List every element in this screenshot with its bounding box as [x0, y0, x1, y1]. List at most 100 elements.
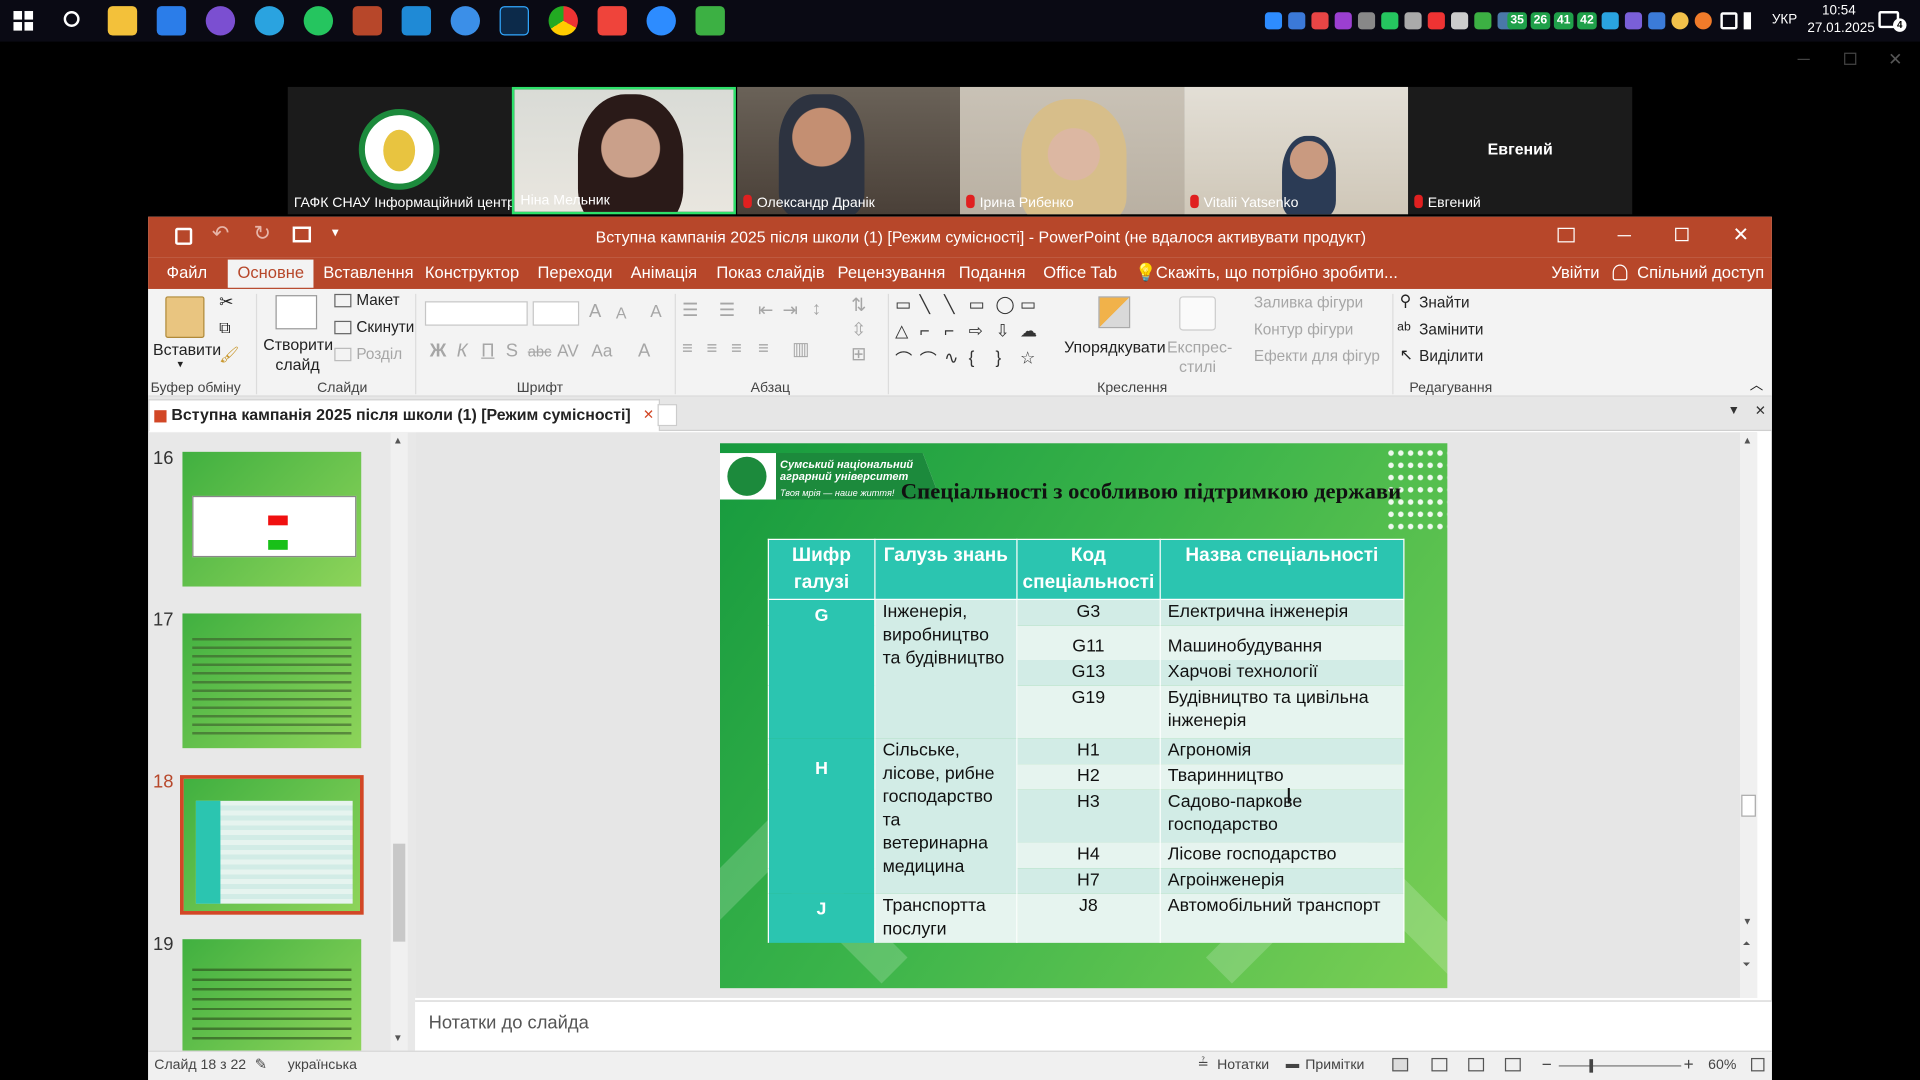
zoom-out-button[interactable]: −: [1542, 1054, 1552, 1074]
viber-icon[interactable]: [205, 6, 236, 36]
font-color-icon[interactable]: A: [638, 340, 650, 361]
shape-fill-button[interactable]: Заливка фігури: [1254, 294, 1363, 311]
notes-toggle-button[interactable]: Нотатки: [1217, 1058, 1269, 1073]
underline-icon[interactable]: П: [481, 340, 494, 361]
tray-app-icon[interactable]: [1357, 12, 1376, 30]
language-status[interactable]: українська: [288, 1058, 357, 1073]
tray-app-icon[interactable]: [1404, 12, 1422, 30]
font-size-field[interactable]: [532, 301, 580, 326]
reading-view-icon[interactable]: [1468, 1057, 1485, 1072]
tab-view[interactable]: Подання: [959, 263, 1026, 281]
paste-icon[interactable]: [165, 296, 205, 338]
shape-effects-button[interactable]: Ефекти для фігур: [1254, 348, 1380, 365]
paste-button[interactable]: Вставити: [153, 340, 221, 358]
replace-button[interactable]: Замінити: [1419, 321, 1483, 338]
reset-button[interactable]: Скинути: [356, 318, 414, 335]
align-center-icon[interactable]: ≡: [707, 338, 718, 359]
tray-zoom-icon[interactable]: [1264, 12, 1283, 30]
tray-app-icon[interactable]: [1624, 12, 1643, 30]
zoom-level[interactable]: 60%: [1708, 1058, 1736, 1073]
language-indicator[interactable]: УКР: [1772, 12, 1797, 27]
store-icon[interactable]: [156, 6, 187, 36]
volume-icon[interactable]: [1743, 12, 1761, 30]
zoom-maximize-button[interactable]: [1844, 52, 1857, 65]
tray-app-icon[interactable]: [1451, 12, 1469, 30]
redo-icon[interactable]: ↻: [253, 222, 270, 246]
editor-scrollbar-thumb[interactable]: [1741, 794, 1756, 817]
anydesk-icon[interactable]: [597, 6, 627, 36]
normal-view-icon[interactable]: [1392, 1057, 1409, 1072]
arrange-button[interactable]: Упорядкувати: [1064, 338, 1166, 356]
slide-canvas[interactable]: Сумський національний аграрний університ…: [720, 443, 1448, 989]
section-button[interactable]: Розділ: [356, 345, 402, 362]
video-tile[interactable]: Vitalii Yatsenko: [1184, 86, 1409, 215]
tray-whatsapp-icon[interactable]: [1381, 12, 1399, 30]
tray-shield-icon[interactable]: [1474, 12, 1492, 30]
shape-outline-button[interactable]: Контур фігури: [1254, 321, 1353, 338]
search-icon[interactable]: [63, 11, 80, 27]
sign-in-link[interactable]: Увійти: [1551, 263, 1599, 281]
find-button[interactable]: Знайти: [1419, 294, 1469, 311]
line-spacing-icon[interactable]: ↕: [812, 299, 821, 320]
zoom-close-button[interactable]: ✕: [1888, 49, 1902, 70]
zoom-slider-thumb[interactable]: [1589, 1059, 1594, 1073]
tray-app-icon[interactable]: [1334, 12, 1352, 30]
arrange-icon[interactable]: [1098, 296, 1131, 329]
chrome-icon[interactable]: [548, 6, 578, 36]
notes-pane[interactable]: Нотатки до слайда: [415, 1000, 1772, 1054]
clear-formatting-icon[interactable]: A: [650, 301, 661, 321]
tray-app-icon[interactable]: [1671, 12, 1689, 30]
slide-thumbnail-selected[interactable]: [180, 775, 364, 915]
bold-icon[interactable]: Ж: [430, 340, 447, 361]
firefox-icon[interactable]: [450, 6, 481, 36]
video-tile-active-speaker[interactable]: Ніна Мельник: [511, 86, 736, 215]
tab-transitions[interactable]: Переходи: [538, 263, 613, 281]
camtasia-icon[interactable]: [695, 6, 725, 36]
tab-insert[interactable]: Вставлення: [323, 263, 413, 281]
shadow-icon[interactable]: S: [506, 340, 518, 361]
powerpoint-taskbar-icon[interactable]: [352, 6, 383, 36]
thumbnails-scrollbar[interactable]: ▲ ▼: [390, 432, 408, 1051]
shapes-gallery[interactable]: ▭ ╲ ╲ ▭ ◯ ▭ △ ⌐ ⌐ ⇨ ⇩ ☁ ⌒ ⌒ ∿{} ☆: [893, 294, 1047, 375]
slideshow-from-start-icon[interactable]: [292, 226, 312, 243]
increase-indent-icon[interactable]: ⇥: [782, 299, 797, 321]
tab-design[interactable]: Конструктор: [425, 263, 519, 281]
video-tile[interactable]: Олександр Дранік: [737, 86, 961, 215]
zoom-slider[interactable]: [1558, 1059, 1682, 1073]
next-slide-icon[interactable]: ⏷: [1742, 959, 1750, 971]
decrease-font-icon[interactable]: A: [616, 304, 627, 322]
layout-button[interactable]: Макет: [356, 291, 399, 308]
smartart-icon[interactable]: ⊞: [851, 343, 866, 365]
tab-list-dropdown-icon[interactable]: ▼: [1728, 404, 1740, 417]
tray-app-icon[interactable]: [1427, 12, 1445, 30]
tray-badge[interactable]: 35: [1507, 12, 1527, 30]
tray-app-icon[interactable]: [1288, 12, 1306, 30]
comments-button[interactable]: Примітки: [1305, 1058, 1364, 1073]
slideshow-view-icon[interactable]: [1504, 1057, 1521, 1072]
share-button[interactable]: Спільний доступ: [1637, 263, 1764, 281]
video-tile[interactable]: ГАФК СНАУ Інформаційний центр: [287, 86, 512, 215]
tray-app-icon[interactable]: [1311, 12, 1329, 30]
close-tab-icon[interactable]: ✕: [643, 407, 654, 423]
restore-button[interactable]: [1675, 227, 1689, 242]
tray-badge[interactable]: 42: [1577, 12, 1597, 30]
align-right-icon[interactable]: ≡: [731, 338, 742, 359]
editor-scrollbar[interactable]: ▲ ▼ ⏶ ⏷: [1740, 432, 1758, 998]
copy-icon[interactable]: ⧉: [219, 318, 230, 338]
quick-styles-icon[interactable]: [1179, 296, 1216, 331]
zoom-minimize-button[interactable]: [1797, 58, 1810, 61]
spelling-icon[interactable]: ✎: [255, 1056, 267, 1073]
document-tab[interactable]: Вступна кампанія 2025 після школи (1) [Р…: [148, 399, 661, 432]
tray-app-icon[interactable]: [1694, 12, 1712, 30]
tab-home[interactable]: Основне: [227, 259, 314, 288]
columns-icon[interactable]: ▥: [792, 338, 809, 360]
tab-slideshow[interactable]: Показ слайдів: [716, 263, 824, 281]
new-slide-button[interactable]: Створити слайд: [263, 336, 333, 375]
new-tab-button[interactable]: [657, 404, 678, 427]
paste-dropdown-icon[interactable]: ▾: [178, 358, 184, 371]
tab-file[interactable]: Файл: [167, 263, 208, 281]
tab-office-tab[interactable]: Office Tab: [1043, 263, 1117, 281]
previous-slide-icon[interactable]: ⏶: [1742, 938, 1750, 950]
video-tile[interactable]: Ірина Рибенко: [960, 86, 1185, 215]
italic-icon[interactable]: К: [457, 340, 468, 361]
